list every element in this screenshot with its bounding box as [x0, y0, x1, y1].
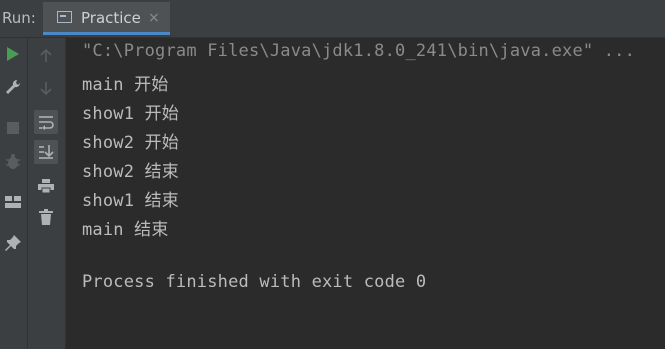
pin-icon	[5, 235, 21, 251]
arrow-up-icon	[40, 48, 52, 62]
soft-wrap-button[interactable]	[34, 110, 58, 134]
trash-icon	[39, 209, 53, 225]
rerun-button[interactable]	[1, 42, 25, 66]
run-icon	[7, 47, 19, 61]
console-line: show1 开始	[82, 104, 180, 124]
console-line: show2 开始	[82, 133, 180, 153]
next-occurrence-button[interactable]	[34, 76, 58, 100]
stop-icon	[7, 122, 19, 134]
tab-label: Practice	[81, 9, 141, 27]
scroll-to-end-icon	[39, 145, 54, 159]
settings-button[interactable]	[1, 75, 25, 99]
console-toolbar	[28, 38, 66, 349]
run-label: Run:	[2, 9, 36, 27]
console-line: show1 结束	[82, 191, 180, 211]
print-icon	[38, 179, 54, 194]
run-toolbar	[0, 38, 28, 349]
debug-bug-icon	[6, 154, 20, 169]
close-icon[interactable]: ×	[148, 10, 160, 26]
run-header: Run: Practice ×	[0, 0, 665, 38]
clear-all-button[interactable]	[34, 205, 58, 229]
scroll-to-end-button[interactable]	[34, 140, 58, 164]
print-button[interactable]	[34, 174, 58, 198]
layout-button[interactable]	[1, 190, 25, 214]
console-output[interactable]: "C:\Program Files\Java\jdk1.8.0_241\bin\…	[66, 38, 665, 349]
previous-occurrence-button[interactable]	[34, 44, 58, 68]
debug-button[interactable]	[1, 150, 25, 174]
soft-wrap-icon	[39, 116, 54, 130]
console-line: main 开始	[82, 75, 169, 95]
tab-practice[interactable]: Practice ×	[43, 2, 170, 35]
layout-icon	[5, 196, 21, 208]
stop-button[interactable]	[1, 116, 25, 140]
console-line: main 结束	[82, 220, 169, 240]
console-line: show2 结束	[82, 162, 180, 182]
process-exit-message: Process finished with exit code 0	[82, 272, 427, 292]
console-command-line: "C:\Program Files\Java\jdk1.8.0_241\bin\…	[82, 41, 636, 61]
wrench-icon	[6, 79, 21, 94]
run-tool-window: Run: Practice × "C:\Program Files\Java\j…	[0, 0, 665, 349]
console-window-icon	[57, 11, 72, 23]
pin-button[interactable]	[1, 231, 25, 255]
arrow-down-icon	[40, 82, 52, 96]
